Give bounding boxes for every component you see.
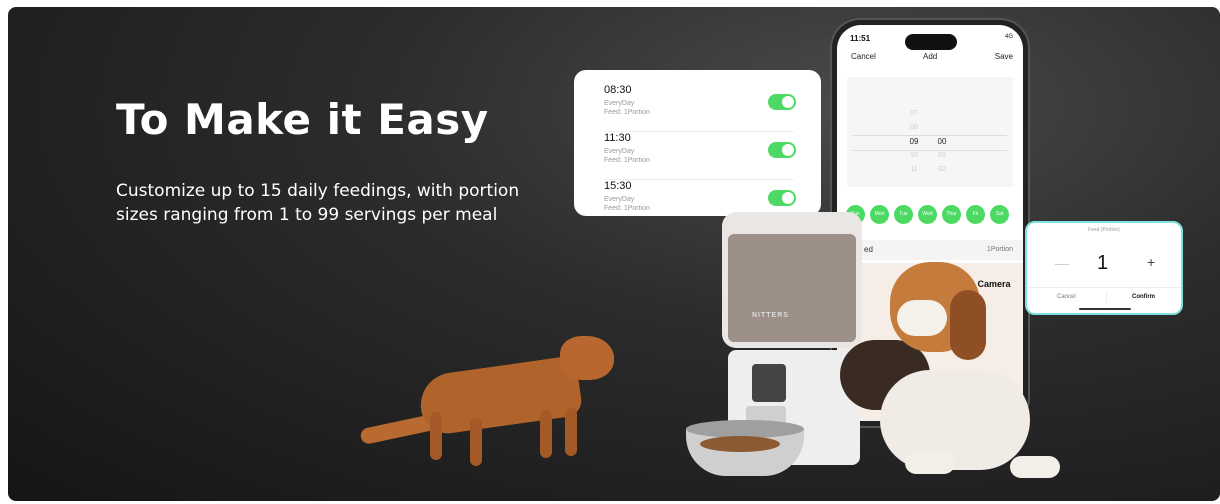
- minute-option: 02: [938, 166, 946, 173]
- schedule-time: 08:30: [604, 84, 632, 96]
- cancel-button[interactable]: Cancel: [851, 52, 876, 61]
- schedule-feed: Feed: 1Portion: [604, 205, 650, 212]
- cat-leg: [430, 412, 442, 460]
- divider: [1106, 291, 1107, 305]
- day-mon[interactable]: Mon: [870, 205, 889, 224]
- minute-column[interactable]: 00 01 02: [927, 135, 957, 177]
- dog-paw: [905, 452, 955, 474]
- schedule-feed: Feed: 1Portion: [604, 109, 650, 116]
- hour-option: 11: [910, 166, 918, 173]
- save-button[interactable]: Save: [995, 52, 1013, 61]
- minute-selected: 00: [937, 137, 947, 146]
- schedule-repeat: EveryDay: [604, 196, 635, 203]
- hero-title: To Make it Easy: [116, 95, 489, 144]
- divider: [1027, 287, 1181, 288]
- dog-snout: [897, 300, 947, 336]
- modal-cancel-button[interactable]: Cancel: [1057, 294, 1076, 300]
- day-thur[interactable]: Thur: [942, 205, 961, 224]
- time-picker[interactable]: 07 08 09 10 11 00 01 02: [847, 77, 1013, 187]
- day-sat[interactable]: Sat: [990, 205, 1009, 224]
- day-wed[interactable]: Wed: [918, 205, 937, 224]
- feed-portion-row[interactable]: ed 1Portion: [837, 240, 1023, 260]
- hour-option: 07: [910, 110, 918, 117]
- cat-head: [560, 336, 614, 380]
- hour-option: 10: [910, 152, 918, 159]
- day-tue[interactable]: Tue: [894, 205, 913, 224]
- schedule-meta: EveryDay Feed: 1Portion: [604, 99, 650, 117]
- feeder-brand: NITTERS: [752, 312, 789, 319]
- phone-nav-bar: Cancel Add Save: [837, 52, 1023, 70]
- schedule-repeat: EveryDay: [604, 148, 635, 155]
- schedule-meta: EveryDay Feed: 1Portion: [604, 147, 650, 165]
- schedule-toggle[interactable]: [768, 94, 796, 110]
- home-indicator: [1079, 308, 1131, 310]
- schedule-toggle[interactable]: [768, 142, 796, 158]
- modal-title: Feed (Portion): [1088, 227, 1120, 233]
- phone-clock: 11:51: [850, 34, 871, 43]
- decrease-button[interactable]: —: [1055, 255, 1069, 271]
- schedule-repeat: EveryDay: [604, 100, 635, 107]
- signal-status: 4G: [1004, 34, 1013, 40]
- feeding-schedule-card: 08:30 EveryDay Feed: 1Portion 11:30 Ever…: [574, 70, 821, 216]
- schedule-feed: Feed: 1Portion: [604, 157, 650, 164]
- schedule-time: 11:30: [604, 132, 631, 144]
- schedule-row: 08:30 EveryDay Feed: 1Portion: [604, 84, 796, 132]
- feeder-hopper: NITTERS: [722, 212, 862, 348]
- modal-confirm-button[interactable]: Confirm: [1132, 294, 1155, 300]
- minute-option: 01: [938, 152, 946, 159]
- dog-body: [880, 370, 1030, 470]
- cat-leg: [540, 410, 552, 458]
- increase-button[interactable]: +: [1147, 254, 1155, 270]
- dynamic-island: [905, 34, 957, 50]
- schedule-time: 15:30: [604, 180, 632, 192]
- hour-option: 08: [910, 124, 918, 131]
- hero-subtitle: Customize up to 15 daily feedings, with …: [116, 181, 520, 225]
- portion-modal: Feed (Portion) — 1 + Cancel Confirm: [1025, 221, 1183, 315]
- schedule-toggle[interactable]: [768, 190, 796, 206]
- feed-row-label: ed: [864, 245, 873, 254]
- schedule-row: 11:30 EveryDay Feed: 1Portion: [604, 132, 796, 180]
- cat-leg: [565, 408, 577, 456]
- kibble: [700, 436, 780, 452]
- screen-title: Add: [923, 52, 938, 61]
- dog-ear: [950, 290, 986, 360]
- schedule-meta: EveryDay Feed: 1Portion: [604, 195, 650, 213]
- feed-row-value: 1Portion: [986, 246, 1013, 253]
- hour-column[interactable]: 07 08 09 10 11: [899, 107, 929, 177]
- dog-paw: [1010, 456, 1060, 478]
- portion-value: 1: [1097, 252, 1109, 274]
- cat-leg: [470, 418, 482, 466]
- camera-icon: [752, 364, 786, 402]
- hour-selected: 09: [909, 137, 919, 146]
- day-fri[interactable]: Fri: [966, 205, 985, 224]
